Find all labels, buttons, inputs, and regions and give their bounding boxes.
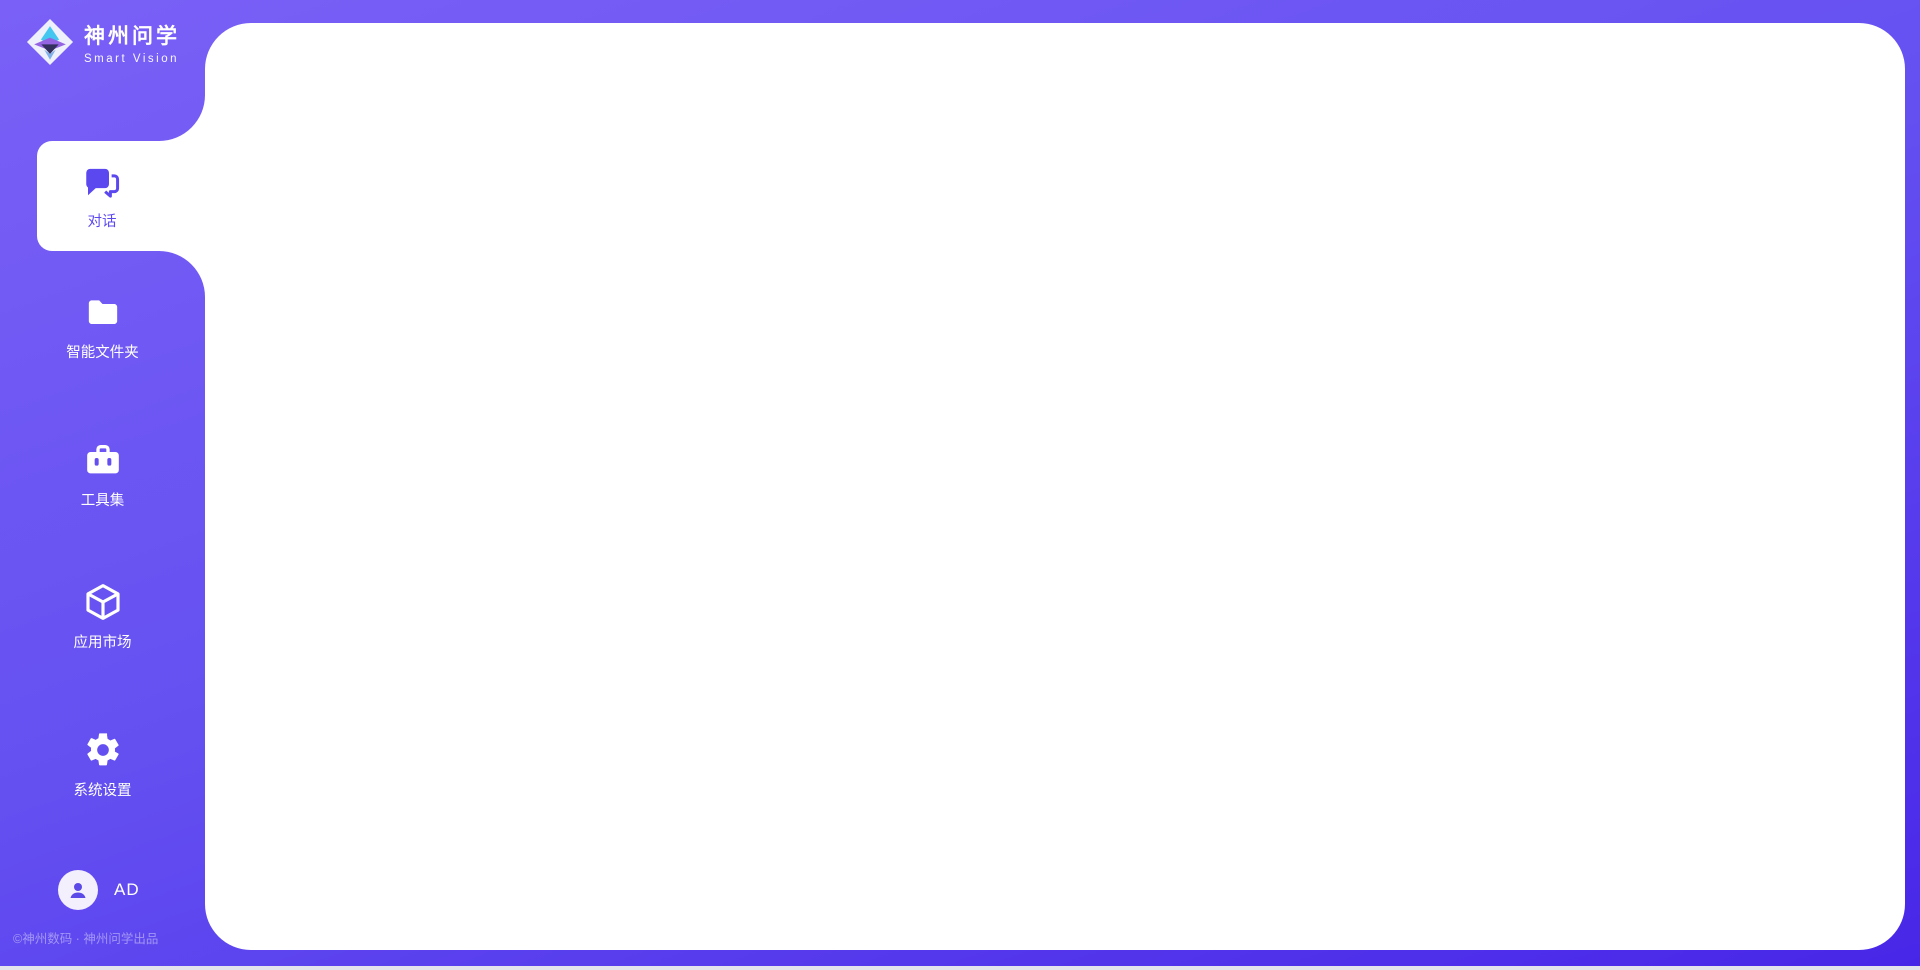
avatar [58, 870, 98, 910]
folder-icon [83, 292, 123, 332]
user-name: AD [114, 880, 140, 900]
sidebar-item-settings[interactable]: 系统设置 [0, 714, 205, 816]
sidebar-item-label: 工具集 [81, 489, 125, 510]
brand-logo: 神州问学 Smart Vision [26, 18, 180, 66]
brand-name: 神州问学 [84, 20, 180, 50]
sidebar-item-label: 对话 [88, 210, 117, 231]
chat-icon [81, 161, 123, 203]
main-content-panel [205, 23, 1905, 950]
sidebar-item-toolset[interactable]: 工具集 [0, 424, 205, 526]
sidebar-item-label: 系统设置 [74, 779, 132, 800]
sidebar-item-chat[interactable]: 对话 [37, 141, 206, 251]
sidebar-item-label: 智能文件夹 [66, 341, 139, 362]
gear-icon [83, 730, 123, 770]
sidebar-item-smart-folder[interactable]: 智能文件夹 [0, 276, 205, 378]
diamond-logo-icon [26, 18, 74, 66]
sidebar-item-app-market[interactable]: 应用市场 [0, 566, 205, 668]
window-bottom-edge [0, 966, 1920, 970]
user-account[interactable]: AD [58, 870, 140, 910]
briefcase-icon [83, 440, 123, 480]
app-window: 神州问学 Smart Vision 对话 智能文件夹 工 [0, 0, 1920, 970]
cube-icon [83, 582, 123, 622]
brand-subtitle: Smart Vision [84, 53, 180, 65]
copyright-text: ©神州数码 · 神州问学出品 [13, 928, 158, 947]
sidebar-item-label: 应用市场 [74, 631, 132, 652]
person-icon [66, 878, 90, 902]
